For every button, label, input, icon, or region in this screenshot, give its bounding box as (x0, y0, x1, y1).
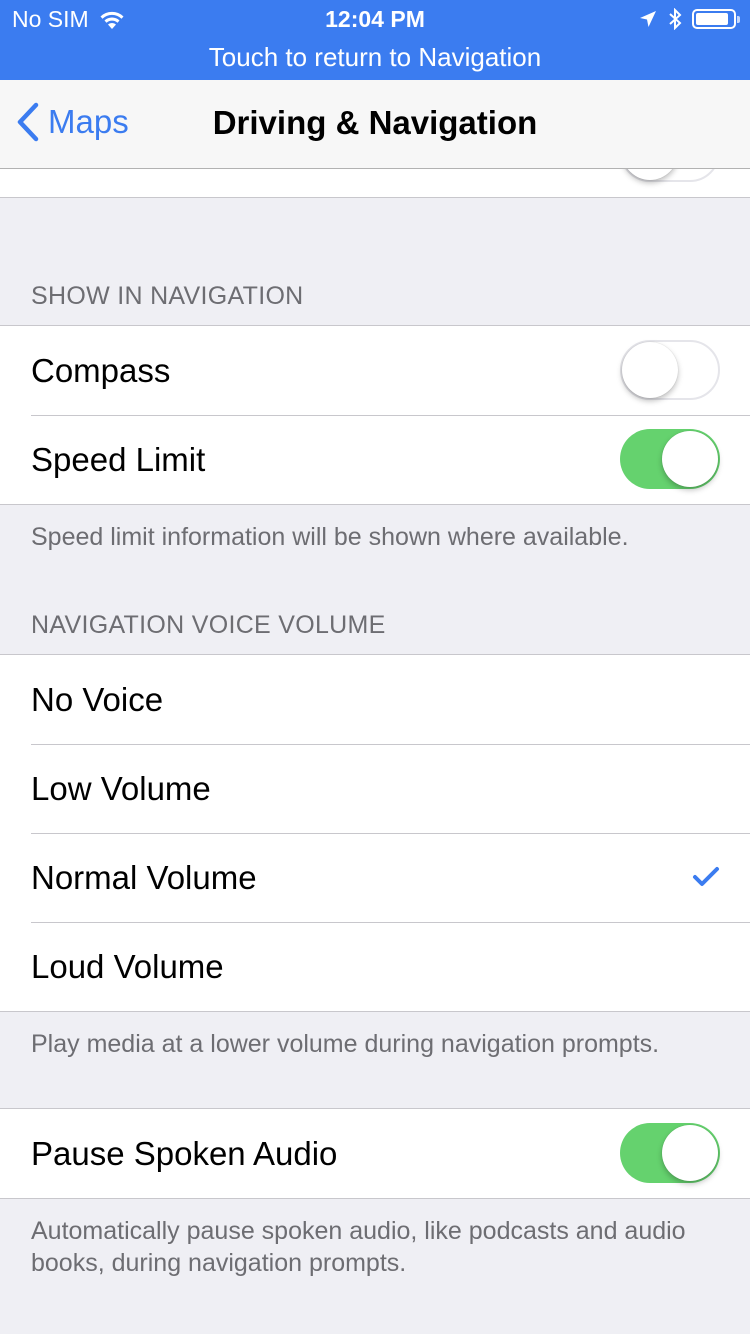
pause-spoken-audio-toggle[interactable] (620, 1123, 720, 1183)
low-volume-option[interactable]: Low Volume (0, 744, 750, 833)
no-voice-option[interactable]: No Voice (0, 655, 750, 744)
compass-row[interactable]: Compass (0, 326, 750, 415)
show-in-navigation-group: Compass Speed Limit (0, 325, 750, 505)
pause-audio-footer: Automatically pause spoken audio, like p… (31, 1217, 686, 1277)
voice-volume-group: No Voice Low Volume Normal Volume Loud V… (0, 654, 750, 1012)
option-label: Loud Volume (31, 947, 224, 985)
normal-volume-option[interactable]: Normal Volume (0, 833, 750, 922)
return-to-navigation-banner[interactable]: Touch to return to Navigation (0, 42, 750, 73)
voice-volume-footer: Play media at a lower volume during navi… (31, 1030, 660, 1058)
status-right (638, 8, 740, 30)
speed-limit-label: Speed Limit (31, 440, 206, 478)
toggle-knob (662, 431, 718, 487)
checkmark-icon (693, 867, 719, 886)
bluetooth-icon (669, 8, 682, 30)
section-header-voice-volume: Navigation Voice Volume (31, 611, 386, 639)
status-bar[interactable]: No SIM 12:04 PM Touch to return to Navig… (0, 0, 750, 80)
page-title: Driving & Navigation (212, 104, 538, 141)
speed-limit-toggle[interactable] (620, 429, 720, 489)
pause-audio-group: Pause Spoken Audio (0, 1108, 750, 1199)
pause-spoken-audio-row[interactable]: Pause Spoken Audio (0, 1109, 750, 1198)
option-label: Low Volume (31, 769, 211, 807)
toggle-knob (622, 342, 678, 398)
navigation-bar: Maps Driving & Navigation (0, 80, 750, 169)
speed-limit-footer: Speed limit information will be shown wh… (31, 523, 629, 551)
compass-label: Compass (31, 351, 171, 389)
battery-icon (692, 9, 740, 29)
pause-spoken-audio-label: Pause Spoken Audio (31, 1134, 338, 1172)
toggle-knob (662, 1125, 718, 1181)
option-label: Normal Volume (31, 858, 257, 896)
section-header-show-in-navigation: Show in Navigation (31, 282, 304, 310)
compass-toggle[interactable] (620, 340, 720, 400)
loud-volume-option[interactable]: Loud Volume (0, 922, 750, 1011)
speed-limit-row[interactable]: Speed Limit (0, 415, 750, 504)
settings-list: Show in Navigation Compass Speed Limit S… (0, 108, 750, 1279)
location-arrow-icon (640, 11, 656, 27)
option-label: No Voice (31, 680, 164, 718)
